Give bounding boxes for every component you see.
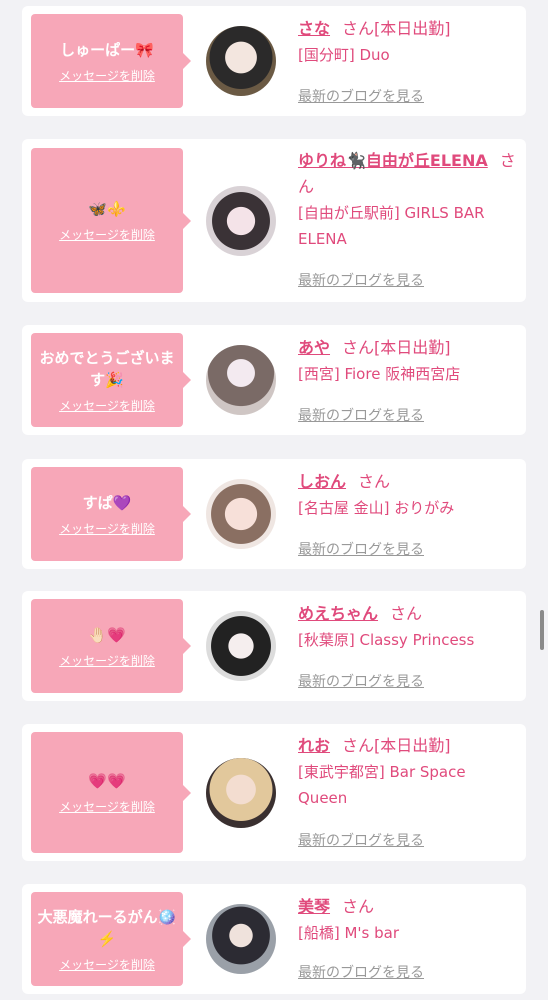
shop-name: [西宮] Fiore 阪神西宮店 (298, 365, 461, 383)
profile-info: あや さん[本日出勤] [西宮] Fiore 阪神西宮店 (298, 335, 518, 387)
avatar[interactable] (206, 904, 276, 974)
message-text: 💗💗 (88, 772, 126, 790)
list-item: 💗💗 メッセージを削除 れお さん[本日出勤] [東武宇都宮] Bar Space… (22, 724, 526, 861)
profile-name-link[interactable]: 美琴 (298, 897, 330, 916)
shop-name: [東武宇都宮] Bar Space Queen (298, 763, 466, 807)
profile-name-link[interactable]: れお (298, 736, 330, 755)
profile-name-link[interactable]: めえちゃん (298, 604, 378, 623)
shop-name: [自由が丘駅前] GIRLS BAR ELENA (298, 204, 485, 248)
list-item: 大悪魔れーるがん🪩⚡️ メッセージを削除 美琴 さん [船橋] M's bar 最… (22, 884, 526, 994)
honorific: さん (342, 736, 375, 755)
profile-info: さな さん[本日出勤] [国分町] Duo (298, 16, 518, 68)
latest-blog-link[interactable]: 最新のブログを見る (298, 270, 424, 290)
profile-info: れお さん[本日出勤] [東武宇都宮] Bar Space Queen (298, 733, 518, 811)
profile-info: 美琴 さん [船橋] M's bar (298, 894, 518, 946)
honorific: さん (390, 604, 423, 623)
delete-message-link[interactable]: メッセージを削除 (59, 652, 155, 669)
latest-blog-link[interactable]: 最新のブログを見る (298, 86, 424, 106)
message-bubble: おめでとうございます🎉 メッセージを削除 (31, 333, 191, 427)
shop-name: [秋葉原] Classy Princess (298, 631, 475, 649)
message-text: 🤚🏻💗 (88, 625, 126, 644)
avatar[interactable] (206, 611, 276, 681)
message-bubble: しゅーぱー🎀 メッセージを削除 (31, 14, 191, 108)
latest-blog-link[interactable]: 最新のブログを見る (298, 962, 424, 982)
latest-blog-link[interactable]: 最新のブログを見る (298, 405, 424, 425)
scrollbar[interactable] (540, 610, 544, 650)
honorific: さん (342, 897, 375, 916)
list-item: 🤚🏻💗 メッセージを削除 めえちゃん さん [秋葉原] Classy Prince… (22, 591, 526, 701)
avatar[interactable] (206, 26, 276, 96)
list-item: すぱ💜 メッセージを削除 しおん さん [名古屋 金山] おりがみ 最新のブログを… (22, 459, 526, 569)
shop-name: [船橋] M's bar (298, 924, 400, 942)
message-bubble: 💗💗 メッセージを削除 (31, 732, 191, 853)
shop-name: [国分町] Duo (298, 46, 390, 64)
avatar[interactable] (206, 479, 276, 549)
status-badge: [本日出勤] (374, 19, 451, 38)
latest-blog-link[interactable]: 最新のブログを見る (298, 671, 424, 691)
message-feed: しゅーぱー🎀 メッセージを削除 さな さん[本日出勤] [国分町] Duo 最新の… (0, 0, 548, 1000)
delete-message-link[interactable]: メッセージを削除 (59, 520, 155, 537)
delete-message-link[interactable]: メッセージを削除 (59, 798, 155, 815)
delete-message-link[interactable]: メッセージを削除 (59, 956, 155, 973)
honorific: さん (358, 472, 391, 491)
status-badge: [本日出勤] (374, 736, 451, 755)
avatar[interactable] (206, 345, 276, 415)
avatar[interactable] (206, 758, 276, 828)
profile-info: ゆりね🐈‍⬛自由が丘ELENA さん [自由が丘駅前] GIRLS BAR ELE… (298, 148, 518, 252)
profile-name-link[interactable]: ゆりね🐈‍⬛自由が丘ELENA (298, 151, 488, 170)
status-badge: [本日出勤] (374, 338, 451, 357)
profile-info: めえちゃん さん [秋葉原] Classy Princess (298, 601, 518, 653)
message-text: 🦋⚜️ (88, 200, 126, 218)
message-text: 大悪魔れーるがん🪩⚡️ (37, 907, 177, 948)
message-bubble: 大悪魔れーるがん🪩⚡️ メッセージを削除 (31, 892, 191, 986)
honorific: さん (342, 338, 375, 357)
list-item: おめでとうございます🎉 メッセージを削除 あや さん[本日出勤] [西宮] Fio… (22, 325, 526, 435)
delete-message-link[interactable]: メッセージを削除 (59, 226, 155, 243)
latest-blog-link[interactable]: 最新のブログを見る (298, 539, 424, 559)
delete-message-link[interactable]: メッセージを削除 (59, 67, 155, 84)
profile-info: しおん さん [名古屋 金山] おりがみ (298, 469, 518, 521)
list-item: 🦋⚜️ メッセージを削除 ゆりね🐈‍⬛自由が丘ELENA さん [自由が丘駅前] … (22, 139, 526, 302)
profile-name-link[interactable]: しおん (298, 472, 346, 491)
shop-name: [名古屋 金山] おりがみ (298, 499, 455, 517)
avatar[interactable] (206, 186, 276, 256)
honorific: さん (342, 19, 375, 38)
latest-blog-link[interactable]: 最新のブログを見る (298, 830, 424, 850)
delete-message-link[interactable]: メッセージを削除 (59, 397, 155, 414)
profile-name-link[interactable]: さな (298, 19, 330, 38)
profile-name-link[interactable]: あや (298, 338, 330, 357)
message-bubble: 🤚🏻💗 メッセージを削除 (31, 599, 191, 693)
message-text: おめでとうございます🎉 (39, 348, 175, 389)
list-item: しゅーぱー🎀 メッセージを削除 さな さん[本日出勤] [国分町] Duo 最新の… (22, 6, 526, 116)
message-text: しゅーぱー🎀 (60, 40, 154, 59)
message-bubble: 🦋⚜️ メッセージを削除 (31, 148, 191, 293)
message-bubble: すぱ💜 メッセージを削除 (31, 467, 191, 561)
message-text: すぱ💜 (82, 493, 132, 512)
